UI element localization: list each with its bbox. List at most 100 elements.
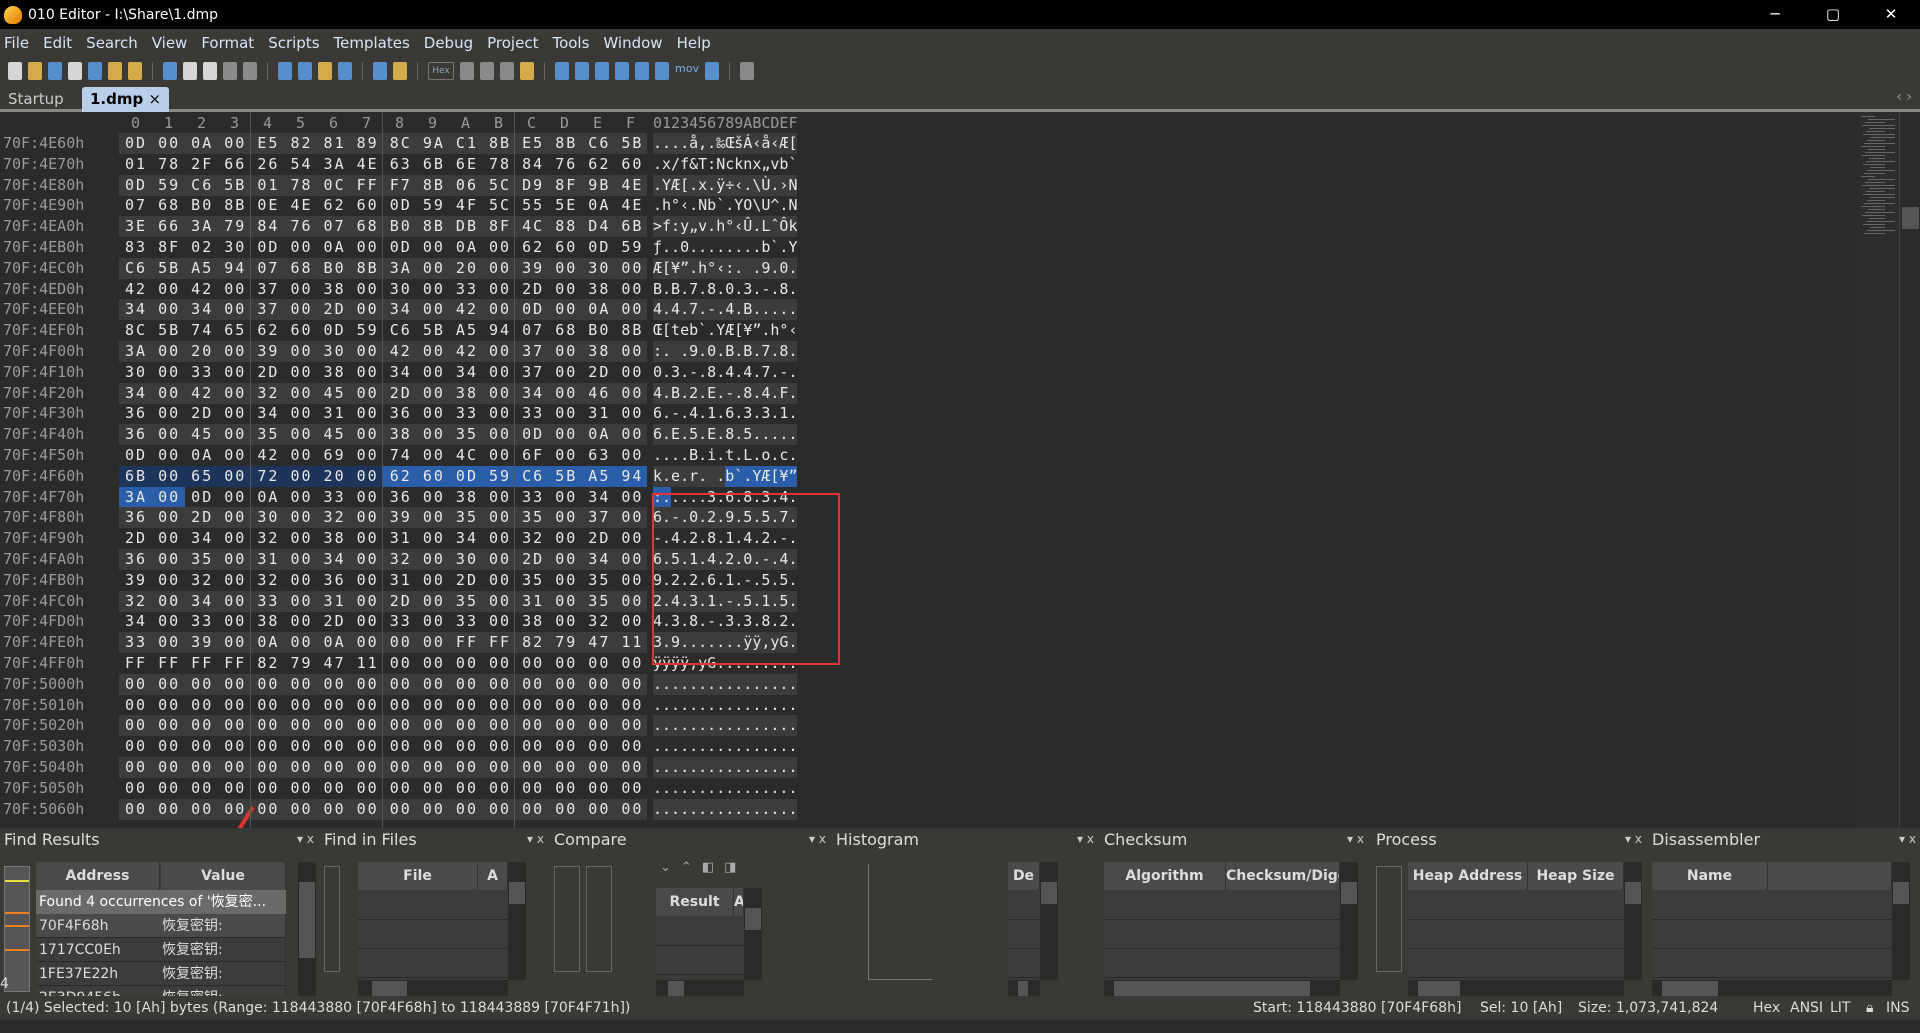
- column-header-result[interactable]: Result: [656, 888, 734, 916]
- calculator-icon[interactable]: [555, 62, 569, 80]
- paste-icon[interactable]: [203, 62, 217, 80]
- ascii-text[interactable]: 0.3.-.8.4.4.7.-.: [653, 362, 798, 383]
- ascii-text[interactable]: 6.E.5.E.8.5.....: [653, 424, 798, 445]
- menu-window[interactable]: Window: [603, 34, 662, 52]
- workspace-icon[interactable]: [128, 62, 142, 80]
- panel-menu-close[interactable]: ▾ x: [297, 832, 314, 846]
- hex-mode-button[interactable]: Hex: [428, 62, 454, 80]
- hex-bytes[interactable]: 00 00 00 00 00 00 00 00 00 00 00 00 00 0…: [125, 695, 643, 716]
- ascii-text[interactable]: 4.B.2.E.-.8.4.F.: [653, 383, 798, 404]
- ascii-text[interactable]: B.B.7.8.0.3.-.8.: [653, 279, 798, 300]
- ascii-text[interactable]: ................: [653, 799, 798, 820]
- hex-bytes[interactable]: 34 00 42 00 32 00 45 00 2D 00 38 00 34 0…: [125, 383, 643, 404]
- ascii-text[interactable]: .x/f&T:Ncknx„vb`: [653, 154, 798, 175]
- ascii-text[interactable]: .YÆ[.x.ÿ÷‹.\Ù.›N: [653, 175, 798, 196]
- ascii-text[interactable]: Æ[¥”.h°‹:. .9.0.: [653, 258, 798, 279]
- tab-scroll-arrows[interactable]: ‹ ›: [1896, 89, 1912, 105]
- ascii-text[interactable]: k.e.r. .b`.YÆ[¥”: [653, 466, 798, 487]
- vertical-scrollbar[interactable]: [508, 862, 526, 980]
- find-icon[interactable]: [278, 62, 292, 80]
- ascii-text[interactable]: ....å‚.‰ŒšÁ‹å‹Æ[: [653, 133, 798, 154]
- panel-menu-close[interactable]: ▾ x: [1077, 832, 1094, 846]
- menu-search[interactable]: Search: [86, 34, 138, 52]
- redo-icon[interactable]: [243, 62, 257, 80]
- menu-debug[interactable]: Debug: [424, 34, 473, 52]
- hex-editor[interactable]: 0 1 2 3 4 5 6 7 8 9 A B C D E F 0123456789ABCDEF 70F:4E60…: [0, 112, 1857, 828]
- result-row[interactable]: 70F4F68h 恢复密钥:: [36, 914, 286, 938]
- hex-bytes[interactable]: 01 78 2F 66 26 54 3A 4E 63 6B 6E 78 84 7…: [125, 154, 643, 175]
- ascii-text[interactable]: >f:y„v.h°‹Û.LˆÔk: [653, 216, 798, 237]
- hex-bytes[interactable]: 34 00 33 00 38 00 2D 00 33 00 33 00 38 0…: [125, 611, 643, 632]
- hex-bytes[interactable]: 00 00 00 00 00 00 00 00 00 00 00 00 00 0…: [125, 674, 643, 695]
- columns-icon[interactable]: [460, 62, 474, 80]
- chevron-down-icon[interactable]: ⌄: [660, 860, 681, 875]
- scroll-thumb[interactable]: [745, 908, 761, 930]
- column-header-checksum-digest[interactable]: Checksum/Digest: [1226, 862, 1340, 890]
- scroll-thumb[interactable]: [1041, 882, 1057, 904]
- ascii-text[interactable]: :. .9.0.B.B.7.8.: [653, 341, 798, 362]
- ascii-text[interactable]: Œ[teb`.YÆ[¥”.h°‹: [653, 320, 798, 341]
- status-encoding[interactable]: ANSI: [1790, 996, 1823, 1020]
- menu-tools[interactable]: Tools: [552, 34, 589, 52]
- column-header-name[interactable]: Name: [1652, 862, 1768, 890]
- panel-menu-close[interactable]: ▾ x: [809, 832, 826, 846]
- ascii-text[interactable]: .h°‹.Nb`.YO\U^.N: [653, 195, 798, 216]
- vertical-scrollbar[interactable]: [744, 888, 762, 980]
- ascii-text[interactable]: ................: [653, 715, 798, 736]
- save-as-icon[interactable]: [68, 62, 82, 80]
- status-insert[interactable]: INS: [1886, 996, 1910, 1020]
- hex-bytes[interactable]: 00 00 00 00 00 00 00 00 00 00 00 00 00 0…: [125, 778, 643, 799]
- column-header-heap-address[interactable]: Heap Address: [1408, 862, 1528, 890]
- menu-scripts[interactable]: Scripts: [268, 34, 319, 52]
- column-header-algorithm[interactable]: Algorithm: [1104, 862, 1226, 890]
- result-row[interactable]: 1717CC0Eh 恢复密钥:: [36, 938, 286, 962]
- ascii-text[interactable]: ................: [653, 695, 798, 716]
- save-icon[interactable]: [48, 62, 62, 80]
- vertical-scrollbar[interactable]: [1899, 112, 1920, 828]
- menu-project[interactable]: Project: [487, 34, 538, 52]
- vertical-scrollbar[interactable]: [1040, 862, 1058, 980]
- hex-bytes[interactable]: 0D 00 0A 00 42 00 69 00 74 00 4C 00 6F 0…: [125, 445, 643, 466]
- menu-templates[interactable]: Templates: [334, 34, 410, 52]
- compare-file-b[interactable]: [586, 866, 612, 972]
- status-mode[interactable]: Hex: [1753, 996, 1780, 1020]
- hex-bytes[interactable]: 83 8F 02 30 0D 00 0A 00 0D 00 0A 00 62 6…: [125, 237, 643, 258]
- hex-bytes[interactable]: C6 5B A5 94 07 68 B0 8B 3A 00 20 00 39 0…: [125, 258, 643, 279]
- hex-bytes[interactable]: 3E 66 3A 79 84 76 07 68 B0 8B DB 8F 4C 8…: [125, 216, 643, 237]
- hex-bytes[interactable]: 36 00 2D 00 34 00 31 00 36 00 33 00 33 0…: [125, 403, 643, 424]
- panel-menu-close[interactable]: ▾ x: [1347, 832, 1364, 846]
- column-header-a[interactable]: A: [734, 888, 744, 916]
- next-diff-icon[interactable]: ◨: [724, 860, 746, 875]
- ascii-text[interactable]: 4.4.7.-.4.B.....: [653, 299, 798, 320]
- occurrence-bar[interactable]: [4, 866, 30, 992]
- tab-close-icon[interactable]: ×: [148, 90, 161, 108]
- goto-icon[interactable]: [338, 62, 352, 80]
- column-header-value[interactable]: Value: [161, 862, 286, 890]
- ascii-text[interactable]: ................: [653, 736, 798, 757]
- replace-icon[interactable]: [298, 62, 312, 80]
- vertical-scrollbar[interactable]: [298, 862, 316, 996]
- menu-view[interactable]: View: [152, 34, 188, 52]
- hex-bytes[interactable]: 00 00 00 00 00 00 00 00 00 00 00 00 00 0…: [125, 715, 643, 736]
- undo-icon[interactable]: [223, 62, 237, 80]
- mov-button[interactable]: mov: [675, 62, 699, 80]
- lines-icon[interactable]: [500, 62, 514, 80]
- hex-bytes[interactable]: 36 00 35 00 31 00 34 00 32 00 30 00 2D 0…: [125, 549, 643, 570]
- result-row[interactable]: 1FE37E22h 恢复密钥:: [36, 962, 286, 986]
- ascii-text[interactable]: ................: [653, 778, 798, 799]
- result-row[interactable]: 2E3D9456h 恢复密钥:: [36, 986, 286, 996]
- checksum-icon[interactable]: [655, 62, 669, 80]
- scroll-thumb[interactable]: [1625, 882, 1641, 904]
- hex-bytes[interactable]: 3A 00 0D 00 0A 00 33 00 36 00 38 00 33 0…: [125, 487, 643, 508]
- column-header-file[interactable]: File: [358, 862, 478, 890]
- hex-bytes[interactable]: 39 00 32 00 32 00 36 00 31 00 2D 00 35 0…: [125, 570, 643, 591]
- scroll-thumb[interactable]: [299, 882, 315, 958]
- ascii-text[interactable]: ................: [653, 674, 798, 695]
- ascii-text[interactable]: ....B.i.t.L.o.c.: [653, 445, 798, 466]
- hex-bytes[interactable]: 0D 00 0A 00 E5 82 81 89 8C 9A C1 8B E5 8…: [125, 133, 643, 154]
- menu-file[interactable]: File: [4, 34, 29, 52]
- chevron-up-icon[interactable]: ⌃: [681, 860, 702, 875]
- hex-bytes[interactable]: 30 00 33 00 2D 00 38 00 34 00 34 00 37 0…: [125, 362, 643, 383]
- panel-menu-close[interactable]: ▾ x: [1899, 832, 1916, 846]
- scroll-thumb[interactable]: [1893, 882, 1909, 904]
